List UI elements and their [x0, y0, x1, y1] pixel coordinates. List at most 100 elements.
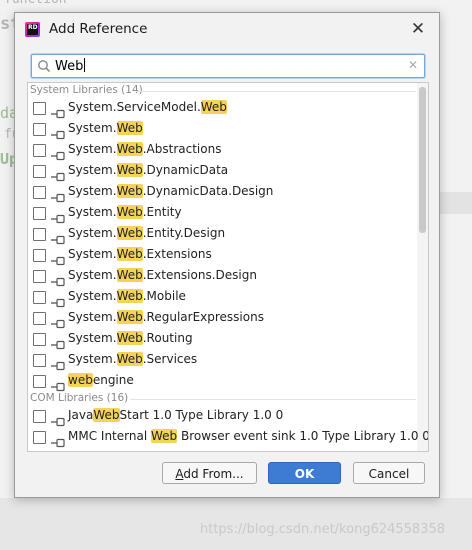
reference-checkbox[interactable] [33, 333, 46, 346]
ok-button[interactable]: OK [268, 462, 341, 484]
rider-app-icon: RD [25, 22, 40, 37]
reference-checkbox[interactable] [33, 249, 46, 262]
text-caret [84, 58, 86, 72]
bg-highlight-band [440, 192, 472, 214]
reference-label: System.Web.Mobile [68, 289, 186, 303]
search-input[interactable]: Web [55, 58, 86, 74]
app-icon-text: RD [27, 24, 38, 35]
reference-label: System.Web.Abstractions [68, 142, 222, 156]
reference-label: webengine [68, 373, 134, 387]
list-item[interactable]: System.Web.Mobile [28, 287, 416, 308]
list-item[interactable]: System.Web [28, 119, 416, 140]
assembly-reference-icon [50, 125, 66, 140]
search-match-highlight: Web [116, 310, 143, 324]
group-separator [130, 399, 416, 400]
list-item[interactable]: System.Web.Services [28, 350, 416, 371]
search-match-highlight: Web [116, 247, 143, 261]
assembly-reference-icon [50, 433, 66, 448]
reference-checkbox[interactable] [33, 102, 46, 115]
assembly-reference-icon [50, 188, 66, 203]
reference-checkbox[interactable] [33, 375, 46, 388]
search-match-highlight: Web [116, 121, 143, 135]
add-reference-dialog: RD Add Reference ✕ Web ✕ System Librarie… [14, 12, 440, 498]
reference-checkbox[interactable] [33, 228, 46, 241]
reference-label: System.Web.Entity [68, 205, 182, 219]
search-match-highlight: Web [116, 142, 143, 156]
reference-checkbox[interactable] [33, 144, 46, 157]
reference-label: System.Web.Routing [68, 331, 193, 345]
list-item[interactable]: System.Web.Entity.Design [28, 224, 416, 245]
search-match-highlight: Web [116, 184, 143, 198]
search-field[interactable]: Web ✕ [31, 54, 425, 78]
clear-search-icon[interactable]: ✕ [408, 58, 418, 72]
cancel-button[interactable]: Cancel [353, 462, 425, 484]
reference-label: System.Web.DynamicData [68, 163, 229, 177]
search-match-highlight: Web [116, 352, 143, 366]
list-item[interactable]: System.Web.Extensions [28, 245, 416, 266]
group-separator [136, 91, 416, 92]
reference-checkbox[interactable] [33, 431, 46, 444]
list-item[interactable]: System.Web.DynamicData.Design [28, 182, 416, 203]
search-icon [38, 60, 51, 73]
assembly-reference-icon [50, 356, 66, 371]
reference-label: System.Web.Entity.Design [68, 226, 226, 240]
group-header-label: COM Libraries (16) [30, 392, 129, 404]
search-match-highlight: Web [150, 429, 178, 443]
group-header: COM Libraries (16) [28, 392, 416, 406]
list-item[interactable]: System.Web.Abstractions [28, 140, 416, 161]
list-item[interactable]: JavaWebStart 1.0 Type Library 1.0 0 [28, 406, 416, 427]
scrollbar-thumb[interactable] [419, 87, 426, 233]
search-match-highlight: Web [116, 205, 143, 219]
vertical-scrollbar[interactable] [417, 83, 428, 451]
reference-checkbox[interactable] [33, 312, 46, 325]
title-bar[interactable]: RD Add Reference ✕ [15, 13, 439, 45]
reference-checkbox[interactable] [33, 123, 46, 136]
reference-checkbox[interactable] [33, 410, 46, 423]
reference-checkbox[interactable] [33, 354, 46, 367]
assembly-reference-icon [50, 335, 66, 350]
close-icon[interactable]: ✕ [407, 19, 429, 39]
search-match-highlight: Web [116, 163, 143, 177]
list-item[interactable]: webengine [28, 371, 416, 392]
reference-label: System.Web.Extensions [68, 247, 212, 261]
reference-label: System.Web [68, 121, 143, 135]
search-match-highlight: Web [116, 268, 143, 282]
reference-label: System.Web.Services [68, 352, 198, 366]
add-from-button[interactable]: Add From... [162, 462, 257, 484]
assembly-reference-icon [50, 230, 66, 245]
list-item[interactable]: System.Web.Entity [28, 203, 416, 224]
assembly-reference-icon [50, 293, 66, 308]
reference-checkbox[interactable] [33, 270, 46, 283]
list-item[interactable]: System.Web.RegularExpressions [28, 308, 416, 329]
assembly-reference-icon [50, 314, 66, 329]
assembly-reference-icon [50, 272, 66, 287]
search-match-highlight: Web [200, 100, 227, 114]
reference-label: MMC Internal Web Browser event sink 1.0 … [68, 429, 429, 443]
reference-checkbox[interactable] [33, 291, 46, 304]
dialog-title: Add Reference [49, 21, 148, 37]
reference-label: JavaWebStart 1.0 Type Library 1.0 0 [68, 408, 284, 422]
list-item[interactable]: System.Web.Extensions.Design [28, 266, 416, 287]
assembly-reference-icon [50, 251, 66, 266]
search-match-highlight: Web [116, 226, 143, 240]
reference-checkbox[interactable] [33, 186, 46, 199]
reference-list[interactable]: System Libraries (14) System.ServiceModel… [27, 82, 429, 452]
reference-checkbox[interactable] [33, 207, 46, 220]
reference-label: System.Web.DynamicData.Design [68, 184, 274, 198]
list-item[interactable]: System.ServiceModel.Web [28, 98, 416, 119]
bg-code-line: function [4, 0, 67, 7]
reference-checkbox[interactable] [33, 165, 46, 178]
assembly-reference-icon [50, 104, 66, 119]
search-match-highlight: Web [116, 289, 143, 303]
assembly-reference-icon [50, 209, 66, 224]
assembly-reference-icon [50, 167, 66, 182]
list-item[interactable]: System.Web.DynamicData [28, 161, 416, 182]
search-match-highlight: Web [93, 408, 120, 422]
group-header: System Libraries (14) [28, 84, 416, 98]
assembly-reference-icon [50, 377, 66, 392]
assembly-reference-icon [50, 412, 66, 427]
list-item[interactable]: System.Web.Routing [28, 329, 416, 350]
list-item[interactable]: MMC Internal Web Browser event sink 1.0 … [28, 427, 428, 448]
watermark: https://blog.csdn.net/kong624558358 [200, 522, 446, 537]
reference-label: System.Web.RegularExpressions [68, 310, 264, 324]
